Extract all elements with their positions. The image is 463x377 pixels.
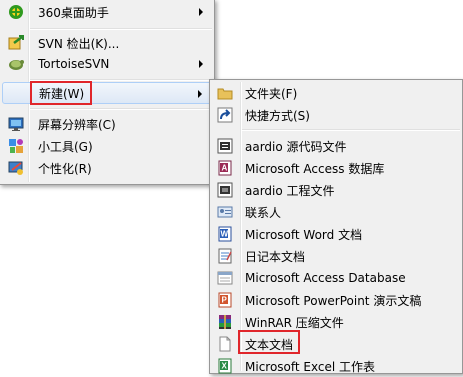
excel-icon: X	[217, 358, 233, 374]
access-db-icon: A	[217, 160, 233, 176]
folder-icon	[217, 85, 233, 101]
contact-icon	[217, 204, 233, 220]
submenu-item-access-db[interactable]: A Microsoft Access 数据库	[212, 157, 460, 179]
submenu-item-label: aardio 源代码文件	[245, 139, 347, 154]
text-doc-icon	[217, 336, 233, 352]
menu-item-label: TortoiseSVN	[38, 57, 110, 71]
submenu-item-shortcut[interactable]: 快捷方式(S)	[212, 104, 460, 126]
word-doc-icon: W	[217, 226, 233, 242]
menu-item-screen-resolution[interactable]: 屏幕分辨率(C)	[2, 113, 212, 135]
access-database-icon	[217, 270, 233, 286]
submenu-item-label: aardio 工程文件	[245, 183, 335, 198]
submenu-item-label: 日记本文档	[245, 249, 306, 264]
powerpoint-icon: P	[217, 292, 233, 308]
submenu-item-folder[interactable]: 文件夹(F)	[212, 82, 460, 104]
menu-item-label: 小工具(G)	[38, 139, 93, 154]
svn-checkout-icon	[8, 35, 24, 51]
submenu-item-label: 文件夹(F)	[245, 86, 298, 101]
menu-item-new[interactable]: 新建(W)	[2, 82, 212, 104]
tortoisesvn-icon	[8, 56, 24, 72]
menu-separator	[30, 28, 212, 30]
submenu-item-label: WinRAR 压缩文件	[245, 315, 344, 330]
gadgets-icon	[8, 138, 24, 154]
submenu-item-contact[interactable]: 联系人	[212, 201, 460, 223]
submenu-item-label: 快捷方式(S)	[245, 108, 310, 123]
personalize-icon	[8, 160, 24, 176]
menu-item-label: 个性化(R)	[38, 161, 92, 176]
submenu-item-aardio-source[interactable]: aardio 源代码文件	[212, 135, 460, 157]
menu-item-label: 360桌面助手	[38, 5, 109, 20]
submenu-item-label: Microsoft Excel 工作表	[245, 359, 376, 374]
menu-item-label: 新建(W)	[39, 86, 85, 101]
submenu-item-label: Microsoft Access Database	[245, 271, 406, 285]
submenu-arrow-icon	[199, 8, 203, 16]
screen-resolution-icon	[8, 116, 24, 132]
submenu-arrow-icon	[198, 90, 202, 98]
aardio-source-icon	[217, 138, 233, 154]
submenu-item-label: Microsoft Access 数据库	[245, 161, 385, 176]
menu-item-personalize[interactable]: 个性化(R)	[2, 157, 212, 179]
submenu-item-label: Microsoft PowerPoint 演示文稿	[245, 293, 422, 308]
shortcut-icon	[217, 107, 233, 123]
menu-item-360-assistant[interactable]: 360桌面助手	[2, 1, 212, 23]
svg-text:W: W	[221, 230, 229, 239]
menu-item-svn-checkout[interactable]: SVN 检出(K)...	[2, 32, 212, 54]
submenu-item-text-doc[interactable]: 文本文档	[212, 333, 460, 355]
360-assistant-icon	[8, 4, 24, 20]
submenu-item-label: Microsoft Word 文档	[245, 227, 363, 242]
winrar-icon	[217, 314, 233, 330]
menu-item-tortoisesvn[interactable]: TortoiseSVN	[2, 53, 212, 75]
submenu-item-label: 联系人	[245, 205, 282, 220]
submenu-item-label: 文本文档	[245, 337, 294, 352]
svg-text:A: A	[222, 164, 228, 173]
submenu-item-winrar[interactable]: WinRAR 压缩文件	[212, 311, 460, 333]
submenu-item-aardio-project[interactable]: aardio 工程文件	[212, 179, 460, 201]
svg-text:X: X	[222, 362, 228, 371]
menu-separator	[242, 129, 460, 131]
submenu-item-access-database[interactable]: Microsoft Access Database	[212, 267, 460, 289]
submenu-arrow-icon	[199, 60, 203, 68]
submenu-item-excel[interactable]: X Microsoft Excel 工作表	[212, 355, 460, 377]
submenu-item-word-doc[interactable]: W Microsoft Word 文档	[212, 223, 460, 245]
svg-text:P: P	[222, 296, 228, 305]
aardio-project-icon	[217, 182, 233, 198]
desktop-context-menu: 360桌面助手 SVN 检出(K)... TortoiseSVN 新建(W) 屏…	[0, 0, 215, 185]
menu-item-label: SVN 检出(K)...	[38, 36, 120, 51]
menu-item-label: 屏幕分辨率(C)	[38, 117, 116, 132]
submenu-item-powerpoint[interactable]: P Microsoft PowerPoint 演示文稿	[212, 289, 460, 311]
new-submenu: 文件夹(F) 快捷方式(S) aardio 源代码文件 A Microsoft …	[209, 79, 463, 374]
menu-item-gadgets[interactable]: 小工具(G)	[2, 135, 212, 157]
menu-separator	[30, 108, 212, 110]
menu-separator	[30, 79, 212, 81]
journal-doc-icon	[217, 248, 233, 264]
submenu-item-journal-doc[interactable]: 日记本文档	[212, 245, 460, 267]
